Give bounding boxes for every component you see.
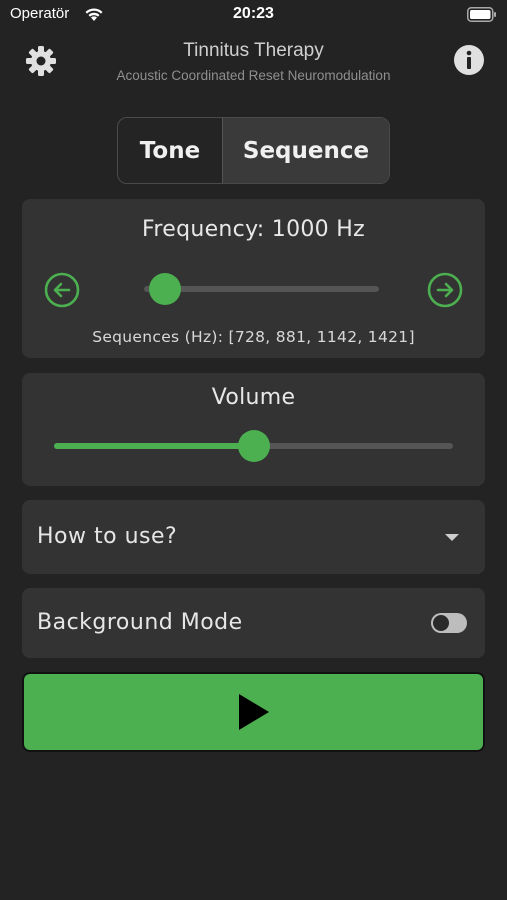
play-icon (238, 694, 269, 730)
clock: 20:23 (233, 5, 274, 22)
volume-card: Volume (22, 373, 485, 486)
arrow-right-icon[interactable] (427, 272, 463, 308)
app-title: Tinnitus Therapy (183, 40, 324, 61)
gear-icon[interactable] (24, 44, 58, 78)
play-button[interactable] (22, 672, 485, 752)
how-to-use-label: How to use? (37, 524, 178, 549)
frequency-label: Frequency: 1000 Hz (142, 217, 365, 242)
volume-slider[interactable] (54, 430, 453, 462)
status-bar: Operatör 20:23 (0, 0, 507, 30)
tab-sequence[interactable]: Sequence (222, 118, 389, 183)
frequency-slider[interactable] (144, 273, 379, 305)
arrow-left-icon[interactable] (44, 272, 80, 308)
background-mode-row: Background Mode (22, 588, 485, 658)
app-subtitle: Acoustic Coordinated Reset Neuromodulati… (116, 68, 391, 83)
sequences-label: Sequences (Hz): [728, 881, 1142, 1421] (92, 328, 415, 346)
volume-slider-fill (54, 443, 254, 449)
frequency-slider-thumb[interactable] (149, 273, 182, 305)
how-to-use-dropdown[interactable]: How to use? (22, 500, 485, 574)
battery-icon (467, 7, 496, 22)
title-block: Tinnitus Therapy Acoustic Coordinated Re… (70, 40, 437, 83)
info-icon[interactable] (453, 44, 485, 76)
volume-slider-thumb[interactable] (237, 430, 270, 462)
volume-label: Volume (211, 385, 296, 410)
tab-tone[interactable]: Tone (118, 118, 222, 183)
caret-down-icon (445, 534, 459, 541)
background-mode-toggle[interactable] (431, 613, 467, 633)
mode-segmented-control: Tone Sequence (117, 117, 390, 184)
header: Tinnitus Therapy Acoustic Coordinated Re… (0, 36, 507, 96)
frequency-card: Frequency: 1000 Hz Sequences (Hz): [728,… (22, 199, 485, 358)
background-mode-label: Background Mode (37, 610, 243, 635)
toggle-knob (433, 615, 449, 631)
